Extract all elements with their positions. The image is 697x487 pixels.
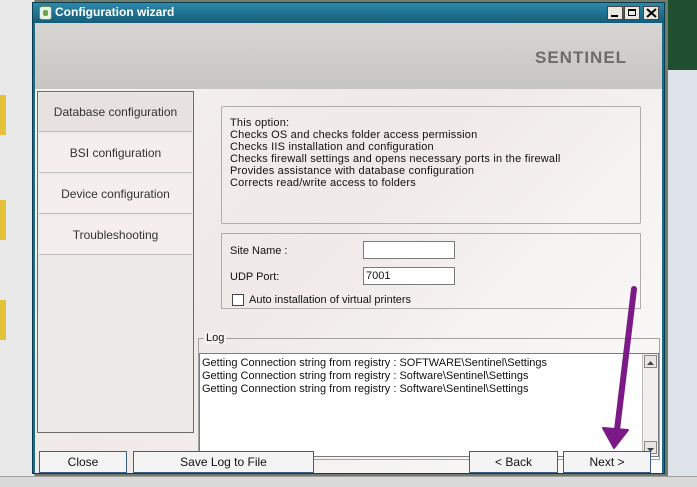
site-name-input[interactable]	[363, 241, 455, 259]
close-button[interactable]: Close	[39, 451, 127, 473]
back-button[interactable]: < Back	[469, 451, 558, 473]
sentinel-app-icon	[39, 6, 52, 20]
info-line: This option:	[230, 117, 290, 129]
log-scrollbar[interactable]	[642, 354, 658, 456]
info-box: This option: Checks OS and checks folder…	[221, 106, 641, 224]
nav-item-bsi-configuration[interactable]: BSI configuration	[39, 134, 192, 173]
desktop-left-strip	[0, 0, 35, 486]
nav-item-device-configuration[interactable]: Device configuration	[39, 175, 192, 214]
info-line: Checks OS and checks folder access permi…	[230, 129, 478, 141]
info-line: Checks firewall settings and opens neces…	[230, 153, 561, 165]
info-line: Checks IIS installation and configuratio…	[230, 141, 434, 153]
close-icon[interactable]	[643, 6, 659, 20]
auto-install-label: Auto installation of virtual printers	[249, 294, 412, 306]
settings-box: Site Name : UDP Port: Auto installation …	[221, 233, 641, 309]
desktop-right-strip	[668, 0, 697, 486]
log-line: Getting Connection string from registry …	[202, 370, 529, 382]
wizard-nav: Database configuration BSI configuration…	[37, 91, 194, 433]
log-line: Getting Connection string from registry …	[202, 357, 548, 369]
log-list[interactable]: Getting Connection string from registry …	[199, 353, 659, 457]
udp-port-label: UDP Port:	[230, 271, 280, 283]
configuration-wizard-window: Configuration wizard SENTINEL Database c…	[32, 2, 665, 474]
window-title: Configuration wizard	[55, 5, 175, 19]
maximize-icon[interactable]	[624, 6, 640, 20]
udp-port-input[interactable]	[363, 267, 455, 285]
wizard-content: Database configuration BSI configuration…	[35, 89, 662, 473]
info-line: Provides assistance with database config…	[230, 165, 475, 177]
desktop-bottom-strip	[0, 476, 697, 487]
nav-item-database-configuration[interactable]: Database configuration	[39, 93, 192, 132]
next-button[interactable]: Next >	[563, 451, 651, 473]
sentinel-logo: SENTINEL	[535, 48, 628, 67]
info-line: Corrects read/write access to folders	[230, 177, 416, 189]
save-log-button[interactable]: Save Log to File	[133, 451, 314, 473]
minimize-icon[interactable]	[607, 6, 623, 20]
wizard-client-area: SENTINEL Database configuration BSI conf…	[35, 23, 662, 473]
title-bar: Configuration wizard	[33, 3, 664, 23]
nav-item-troubleshooting[interactable]: Troubleshooting	[39, 216, 192, 255]
site-name-label: Site Name :	[230, 245, 288, 257]
log-line: Getting Connection string from registry …	[202, 383, 529, 395]
scroll-up-arrow[interactable]	[644, 355, 657, 368]
log-legend: Log	[204, 332, 227, 344]
auto-install-checkbox[interactable]	[232, 294, 244, 306]
wizard-header: SENTINEL	[35, 23, 662, 89]
